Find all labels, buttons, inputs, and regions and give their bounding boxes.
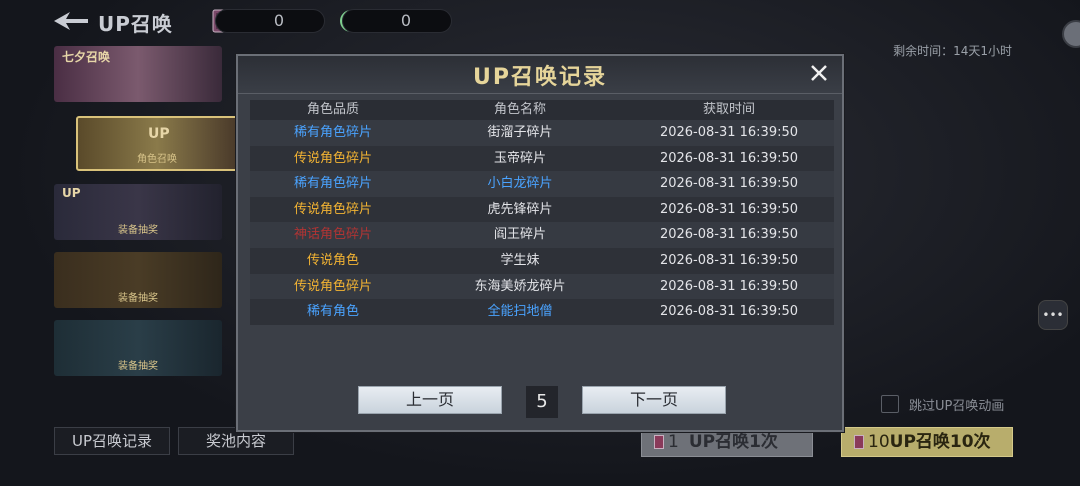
table-row: 传说角色碎片 东海美娇龙碎片 2026-08-31 16:39:50: [250, 273, 834, 300]
banner-label: 装备抽奖: [118, 293, 158, 304]
row-time: 2026-08-31 16:39:50: [659, 150, 799, 166]
table-row: 传说角色碎片 玉帝碎片 2026-08-31 16:39:50: [250, 145, 834, 172]
row-quality: 稀有角色: [306, 304, 359, 320]
row-time: 2026-08-31 16:39:50: [659, 252, 799, 268]
table-row: 稀有角色 全能扫地僧 2026-08-31 16:39:50: [250, 299, 834, 325]
row-quality: 神话角色碎片: [293, 227, 372, 243]
banner-role-summon[interactable]: UP 角色召唤: [76, 116, 238, 171]
remaining-time: 剩余时间：14天1小时: [893, 44, 1012, 58]
summon-10-label: UP召唤10次: [889, 432, 991, 452]
banner-label: 角色召唤: [137, 154, 177, 165]
summon-10-cost: 10: [868, 432, 890, 452]
dialog-title: UP召唤记录: [473, 65, 607, 90]
header-time: 获取时间: [702, 102, 755, 117]
banner-equip-2[interactable]: 装备抽奖: [54, 252, 222, 308]
header-quality: 角色品质: [306, 102, 359, 117]
jade-resource: 0: [342, 9, 452, 33]
banner-equip-1[interactable]: UP 装备抽奖: [54, 184, 222, 240]
row-time: 2026-08-31 16:39:50: [659, 125, 799, 140]
summon-1-label: UP召唤1次: [688, 432, 778, 452]
row-name: 东海美娇龙碎片: [474, 278, 566, 294]
banner-equip-3[interactable]: 装备抽奖: [54, 320, 222, 376]
table-row: 神话角色碎片 阎王碎片 2026-08-31 16:39:50: [250, 222, 834, 248]
summon-10-button[interactable]: 10UP召唤10次: [841, 427, 1013, 457]
row-name: 玉帝碎片: [493, 150, 546, 166]
row-quality: 稀有角色碎片: [293, 176, 372, 192]
card-resource: 0: [215, 9, 325, 33]
banner-label: 装备抽奖: [118, 361, 158, 372]
table-row: 稀有角色碎片 小白龙碎片 2026-08-31 16:39:50: [250, 171, 834, 197]
row-name: 街溜子碎片: [487, 125, 553, 140]
skip-animation-label: 跳过UP召唤动画: [909, 399, 1005, 414]
table-row: 传说角色 学生妹 2026-08-31 16:39:50: [250, 247, 834, 274]
row-time: 2026-08-31 16:39:50: [659, 278, 799, 294]
row-name: 虎先锋碎片: [487, 201, 553, 217]
dialog-header: UP召唤记录: [238, 56, 842, 94]
table-header: 角色品质 角色名称 获取时间: [250, 100, 834, 120]
banner-title: UP: [148, 126, 170, 142]
tab-history[interactable]: UP召唤记录: [54, 427, 170, 455]
row-time: 2026-08-31 16:39:50: [659, 201, 799, 217]
summon-1-cost: 1: [668, 432, 679, 452]
banner-title: UP: [62, 186, 81, 200]
skip-animation-checkbox[interactable]: [881, 395, 899, 413]
summon-history-dialog: UP召唤记录 角色品质 角色名称 获取时间 稀有角色碎片 街溜子碎片 2026-08…: [236, 54, 844, 432]
back-arrow-icon[interactable]: [54, 12, 88, 30]
prev-page-button[interactable]: 上一页: [358, 386, 502, 414]
banner-title: 七夕召唤: [62, 50, 111, 64]
row-quality: 传说角色: [306, 252, 359, 268]
row-time: 2026-08-31 16:39:50: [659, 304, 799, 320]
row-quality: 传说角色碎片: [293, 150, 372, 166]
banner-qixi[interactable]: 七夕召唤: [54, 46, 222, 102]
jade-count: 0: [400, 11, 411, 30]
close-icon[interactable]: [808, 62, 830, 84]
table-body: 稀有角色碎片 街溜子碎片 2026-08-31 16:39:50 传说角色碎片 玉帝碎片…: [250, 120, 834, 325]
table-row: 传说角色碎片 虎先锋碎片 2026-08-31 16:39:50: [250, 196, 834, 223]
row-name: 阎王碎片: [493, 227, 546, 243]
table-row: 稀有角色碎片 街溜子碎片 2026-08-31 16:39:50: [250, 120, 834, 146]
chat-icon[interactable]: •••: [1038, 300, 1068, 330]
row-quality: 传说角色碎片: [293, 278, 372, 294]
header-name: 角色名称: [493, 102, 546, 117]
banner-label: 装备抽奖: [118, 225, 158, 236]
page-title: UP召唤: [98, 12, 173, 36]
history-table: 角色品质 角色名称 获取时间 稀有角色碎片 街溜子碎片 2026-08-31 16:…: [250, 100, 834, 325]
row-time: 2026-08-31 16:39:50: [659, 227, 799, 243]
card-icon: [654, 435, 664, 449]
row-quality: 稀有角色碎片: [293, 125, 372, 140]
card-icon: [854, 435, 864, 449]
row-name: 全能扫地僧: [487, 304, 553, 320]
next-page-button[interactable]: 下一页: [582, 386, 726, 414]
card-count: 0: [273, 11, 284, 30]
page-number: 5: [526, 386, 558, 418]
row-name: 小白龙碎片: [487, 176, 553, 192]
row-time: 2026-08-31 16:39:50: [659, 176, 799, 192]
row-name: 学生妹: [500, 252, 540, 268]
row-quality: 传说角色碎片: [293, 201, 372, 217]
